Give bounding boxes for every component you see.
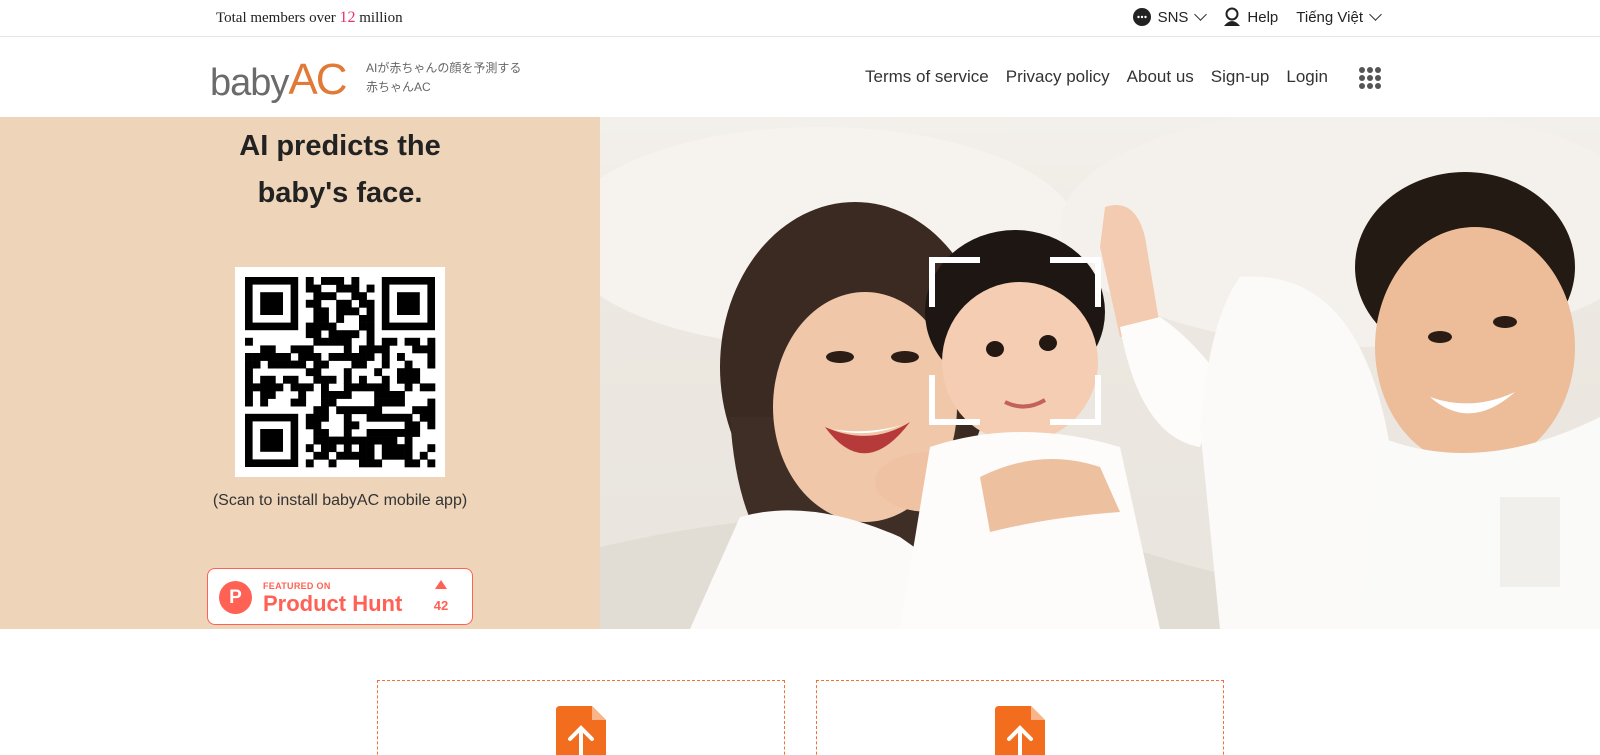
site-header: baby AC AIが赤ちゃんの顔を予測する 赤ちゃんAC Terms of s…: [0, 37, 1600, 117]
chevron-down-icon: [1194, 8, 1208, 21]
tagline-line2: 赤ちゃんAC: [366, 80, 431, 94]
top-right-menu: SNS Help Tiếng Việt: [1132, 7, 1382, 27]
qr-caption: (Scan to install babyAC mobile app): [212, 492, 468, 509]
ph-featured-label: FEATURED ON: [263, 581, 331, 591]
help-link[interactable]: Help: [1223, 7, 1278, 27]
chevron-down-icon: [1369, 8, 1382, 21]
hero-left-panel: AI predicts the baby's face. (Scan to in…: [0, 117, 600, 629]
language-label: Tiếng Việt: [1296, 8, 1363, 26]
tagline: AIが赤ちゃんの顔を予測する 赤ちゃんAC: [366, 59, 521, 97]
members-prefix: Total members over: [216, 10, 336, 26]
sns-chat-icon: [1132, 8, 1151, 26]
upload-zone-parent-1[interactable]: [377, 680, 785, 755]
hero-family-photo: [600, 117, 1600, 629]
apps-grid-icon[interactable]: [1359, 67, 1381, 89]
top-bar: Total members over 12 million SNS Help T…: [0, 0, 1600, 37]
product-hunt-badge[interactable]: P FEATURED ON Product Hunt 42: [207, 568, 473, 625]
logo-ac-text: AC: [288, 55, 347, 104]
language-dropdown[interactable]: Tiếng Việt: [1296, 8, 1382, 26]
members-count-text: Total members over 12 million: [216, 9, 403, 27]
app-qr-code: [235, 267, 445, 477]
hero-title-line2: baby's face.: [257, 177, 423, 209]
members-suffix: million: [359, 10, 403, 26]
ph-upvote-count: 42: [433, 598, 449, 613]
tagline-line1: AIが赤ちゃんの顔を予測する: [366, 61, 522, 75]
members-number: 12: [339, 9, 356, 26]
product-hunt-icon: P: [219, 581, 252, 614]
upload-file-icon: [995, 706, 1045, 755]
hero-title: AI predicts the baby's face.: [150, 123, 530, 217]
logo-baby-text: baby: [210, 62, 289, 104]
babyac-logo[interactable]: baby AC: [210, 54, 348, 104]
sns-dropdown[interactable]: SNS: [1132, 7, 1208, 27]
hero-title-line1: AI predicts the: [239, 130, 441, 162]
help-person-icon: [1224, 7, 1241, 26]
main-nav: Terms of service Privacy policy About us…: [865, 67, 1328, 87]
hero-section: AI predicts the baby's face. (Scan to in…: [0, 117, 1600, 629]
upvote-icon: [435, 580, 447, 589]
upload-file-icon: [556, 706, 606, 755]
ph-name-label: Product Hunt: [263, 591, 403, 616]
nav-terms-link[interactable]: Terms of service: [865, 67, 989, 87]
nav-signup-link[interactable]: Sign-up: [1211, 67, 1270, 87]
nav-about-link[interactable]: About us: [1127, 67, 1194, 87]
nav-privacy-link[interactable]: Privacy policy: [1006, 67, 1110, 87]
sns-label: SNS: [1157, 8, 1189, 26]
help-label: Help: [1247, 8, 1279, 26]
upload-zone-parent-2[interactable]: [816, 680, 1224, 755]
nav-login-link[interactable]: Login: [1286, 67, 1328, 87]
